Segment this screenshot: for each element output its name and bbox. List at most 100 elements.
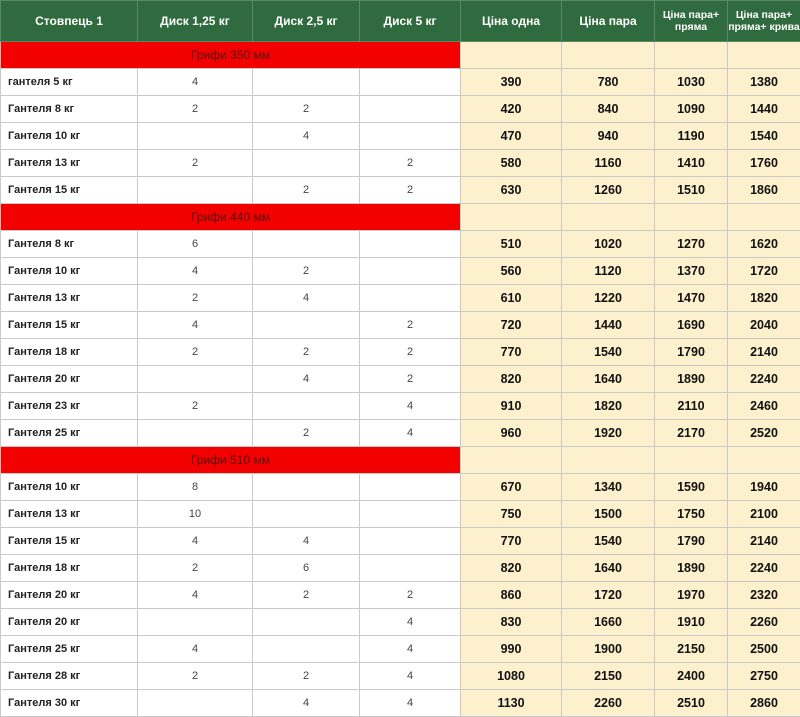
table-row: Гантеля 25 кг44990190021502500 — [1, 636, 800, 663]
table-row: Гантеля 18 кг222770154017902140 — [1, 339, 800, 366]
group-price-blank — [562, 204, 655, 231]
price-cell: 1080 — [461, 663, 562, 690]
price-cell: 470 — [461, 123, 562, 150]
disk-count-cell: 4 — [360, 663, 461, 690]
group-price-blank — [562, 42, 655, 69]
disk-count-cell — [360, 123, 461, 150]
disk-count-cell: 2 — [138, 150, 253, 177]
column-header: Ціна пара+ пряма — [655, 1, 728, 42]
price-cell: 820 — [461, 555, 562, 582]
group-price-blank — [655, 204, 728, 231]
disk-count-cell — [360, 474, 461, 501]
column-header: Ціна одна — [461, 1, 562, 42]
price-cell: 1790 — [655, 528, 728, 555]
table-row: Гантеля 15 кг22630126015101860 — [1, 177, 800, 204]
price-cell: 2150 — [562, 663, 655, 690]
group-header-row: Грифи 440 мм — [1, 204, 800, 231]
dumbbell-name-cell: Гантеля 15 кг — [1, 312, 138, 339]
disk-count-cell — [253, 609, 360, 636]
price-cell: 1030 — [655, 69, 728, 96]
table-row: Гантеля 30 кг441130226025102860 — [1, 690, 800, 717]
table-row: Гантеля 23 кг24910182021102460 — [1, 393, 800, 420]
disk-count-cell: 2 — [138, 555, 253, 582]
disk-count-cell: 4 — [253, 366, 360, 393]
dumbbell-name-cell: Гантеля 8 кг — [1, 96, 138, 123]
price-cell: 2400 — [655, 663, 728, 690]
dumbbell-name-cell: Гантеля 10 кг — [1, 474, 138, 501]
group-header-row: Грифи 510 мм — [1, 447, 800, 474]
price-cell: 2110 — [655, 393, 728, 420]
price-cell: 630 — [461, 177, 562, 204]
price-cell: 510 — [461, 231, 562, 258]
disk-count-cell: 2 — [253, 96, 360, 123]
disk-count-cell: 2 — [138, 393, 253, 420]
price-cell: 830 — [461, 609, 562, 636]
price-cell: 1940 — [728, 474, 800, 501]
price-cell: 990 — [461, 636, 562, 663]
price-cell: 780 — [562, 69, 655, 96]
table-row: гантеля 5 кг439078010301380 — [1, 69, 800, 96]
price-cell: 2140 — [728, 528, 800, 555]
dumbbell-name-cell: Гантеля 15 кг — [1, 177, 138, 204]
dumbbell-name-cell: Гантеля 20 кг — [1, 582, 138, 609]
dumbbell-name-cell: Гантеля 10 кг — [1, 123, 138, 150]
price-cell: 960 — [461, 420, 562, 447]
price-cell: 2500 — [728, 636, 800, 663]
price-cell: 720 — [461, 312, 562, 339]
price-cell: 1260 — [562, 177, 655, 204]
disk-count-cell: 4 — [253, 528, 360, 555]
table-row: Гантеля 10 кг447094011901540 — [1, 123, 800, 150]
group-price-blank — [461, 447, 562, 474]
disk-count-cell — [360, 96, 461, 123]
price-cell: 670 — [461, 474, 562, 501]
disk-count-cell: 4 — [138, 312, 253, 339]
price-cell: 1720 — [728, 258, 800, 285]
price-cell: 820 — [461, 366, 562, 393]
disk-count-cell: 2 — [138, 663, 253, 690]
price-cell: 1470 — [655, 285, 728, 312]
price-cell: 1220 — [562, 285, 655, 312]
price-cell: 1340 — [562, 474, 655, 501]
price-cell: 610 — [461, 285, 562, 312]
disk-count-cell: 4 — [360, 393, 461, 420]
price-table: Стовпець 1 Диск 1,25 кг Диск 2,5 кг Диск… — [0, 0, 800, 717]
dumbbell-name-cell: Гантеля 28 кг — [1, 663, 138, 690]
disk-count-cell — [138, 420, 253, 447]
disk-count-cell — [360, 231, 461, 258]
price-cell: 2860 — [728, 690, 800, 717]
table-row: Гантеля 18 кг26820164018902240 — [1, 555, 800, 582]
price-cell: 1440 — [562, 312, 655, 339]
dumbbell-name-cell: Гантеля 30 кг — [1, 690, 138, 717]
price-cell: 2260 — [562, 690, 655, 717]
table-row: Гантеля 20 кг4830166019102260 — [1, 609, 800, 636]
disk-count-cell: 2 — [138, 285, 253, 312]
group-title: Грифи 440 мм — [1, 204, 461, 231]
price-cell: 580 — [461, 150, 562, 177]
disk-count-cell: 10 — [138, 501, 253, 528]
disk-count-cell: 4 — [138, 69, 253, 96]
disk-count-cell — [360, 528, 461, 555]
price-cell: 1190 — [655, 123, 728, 150]
price-cell: 1270 — [655, 231, 728, 258]
dumbbell-name-cell: Гантеля 15 кг — [1, 528, 138, 555]
disk-count-cell: 4 — [253, 285, 360, 312]
disk-count-cell: 4 — [138, 636, 253, 663]
disk-count-cell: 4 — [138, 582, 253, 609]
disk-count-cell — [138, 366, 253, 393]
price-cell: 1410 — [655, 150, 728, 177]
disk-count-cell — [138, 690, 253, 717]
price-cell: 1510 — [655, 177, 728, 204]
price-cell: 560 — [461, 258, 562, 285]
column-header: Диск 5 кг — [360, 1, 461, 42]
column-header: Ціна пара — [562, 1, 655, 42]
price-cell: 1370 — [655, 258, 728, 285]
price-cell: 1380 — [728, 69, 800, 96]
price-cell: 1640 — [562, 555, 655, 582]
price-cell: 1720 — [562, 582, 655, 609]
disk-count-cell: 4 — [253, 123, 360, 150]
price-cell: 2150 — [655, 636, 728, 663]
price-cell: 1790 — [655, 339, 728, 366]
price-cell: 1620 — [728, 231, 800, 258]
price-cell: 1440 — [728, 96, 800, 123]
disk-count-cell — [253, 150, 360, 177]
